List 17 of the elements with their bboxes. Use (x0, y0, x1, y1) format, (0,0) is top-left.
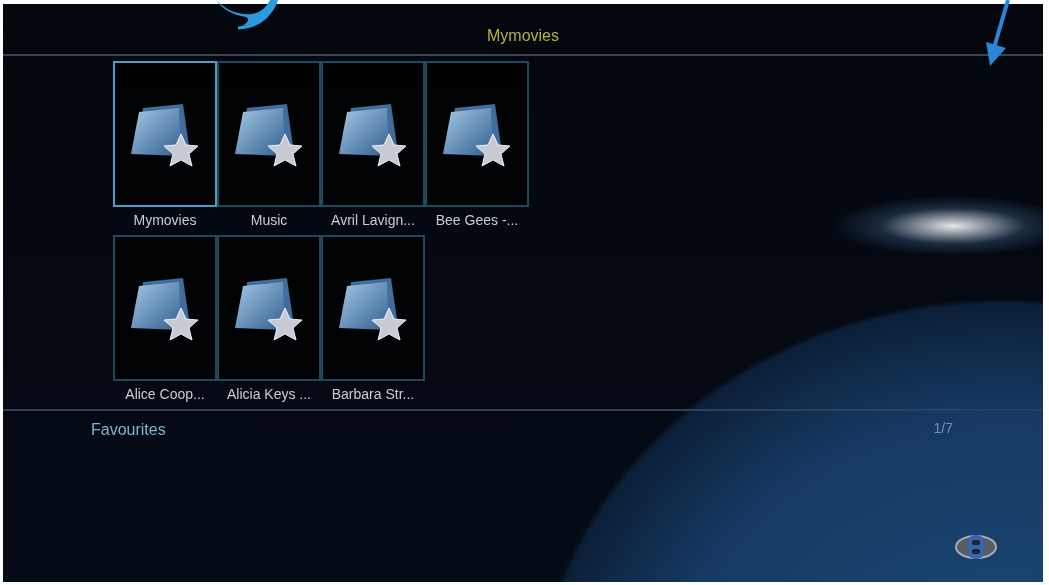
folder-label: Alice Coop... (125, 385, 205, 404)
page-counter: 1/7 (933, 419, 953, 438)
section-label: Favourites (91, 420, 166, 440)
page-title: Mymovies (487, 26, 559, 46)
folder-label: Music (250, 211, 288, 230)
folder-label: Barbara Str... (331, 385, 415, 404)
folder-label: Avril Lavign... (331, 211, 415, 230)
folder-tile[interactable] (321, 61, 425, 207)
folder-label: Mymovies (133, 211, 197, 230)
folder-tile[interactable] (321, 235, 425, 381)
folder-tile[interactable] (113, 61, 217, 207)
folder-label: Bee Gees -... (435, 211, 519, 230)
folder-label: Alicia Keys ... (227, 385, 311, 404)
folder-tile[interactable] (113, 235, 217, 381)
folder-tile[interactable] (217, 235, 321, 381)
folder-tile[interactable] (425, 61, 529, 207)
folder-tile[interactable] (217, 61, 321, 207)
